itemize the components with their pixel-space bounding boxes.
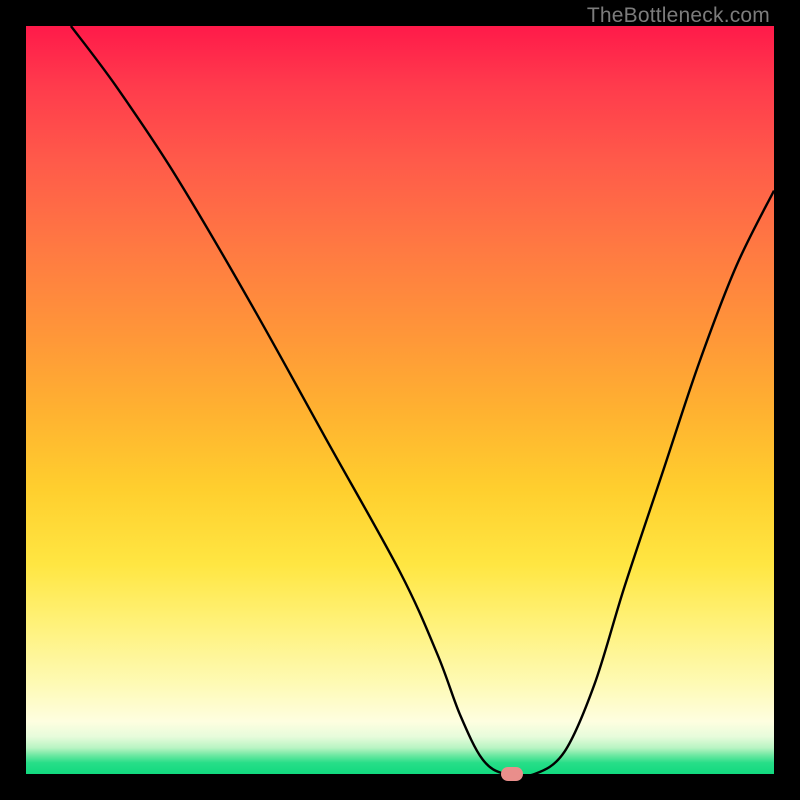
chart-frame: TheBottleneck.com <box>0 0 800 800</box>
bottleneck-marker <box>501 767 523 781</box>
bottleneck-curve <box>26 26 774 774</box>
chart-plot-area <box>26 26 774 774</box>
watermark-text: TheBottleneck.com <box>587 4 770 28</box>
